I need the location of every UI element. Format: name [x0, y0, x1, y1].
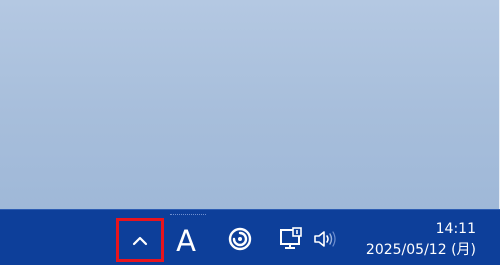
volume-button[interactable] — [309, 219, 341, 263]
taskbar-clock[interactable]: 14:11 2025/05/12 (月) — [366, 220, 476, 259]
taskbar-top-border — [0, 209, 500, 210]
taskbar: A 14:11 2025/05/12 (月) — [0, 209, 500, 265]
clock-app-icon — [228, 227, 252, 255]
chevron-up-icon — [132, 231, 148, 250]
volume-icon — [313, 228, 337, 254]
tray-hover-hint — [170, 214, 206, 216]
ime-mode-label: A — [176, 224, 196, 258]
show-hidden-icons-button[interactable] — [116, 218, 164, 262]
desktop-background — [0, 0, 500, 209]
clock-date: 2025/05/12 (月) — [365, 242, 476, 258]
ime-mode-button[interactable]: A — [170, 219, 202, 263]
network-button[interactable] — [276, 219, 306, 263]
clock-app-button[interactable] — [224, 219, 256, 263]
network-icon — [279, 227, 303, 255]
clock-time: 14:11 — [435, 221, 476, 237]
